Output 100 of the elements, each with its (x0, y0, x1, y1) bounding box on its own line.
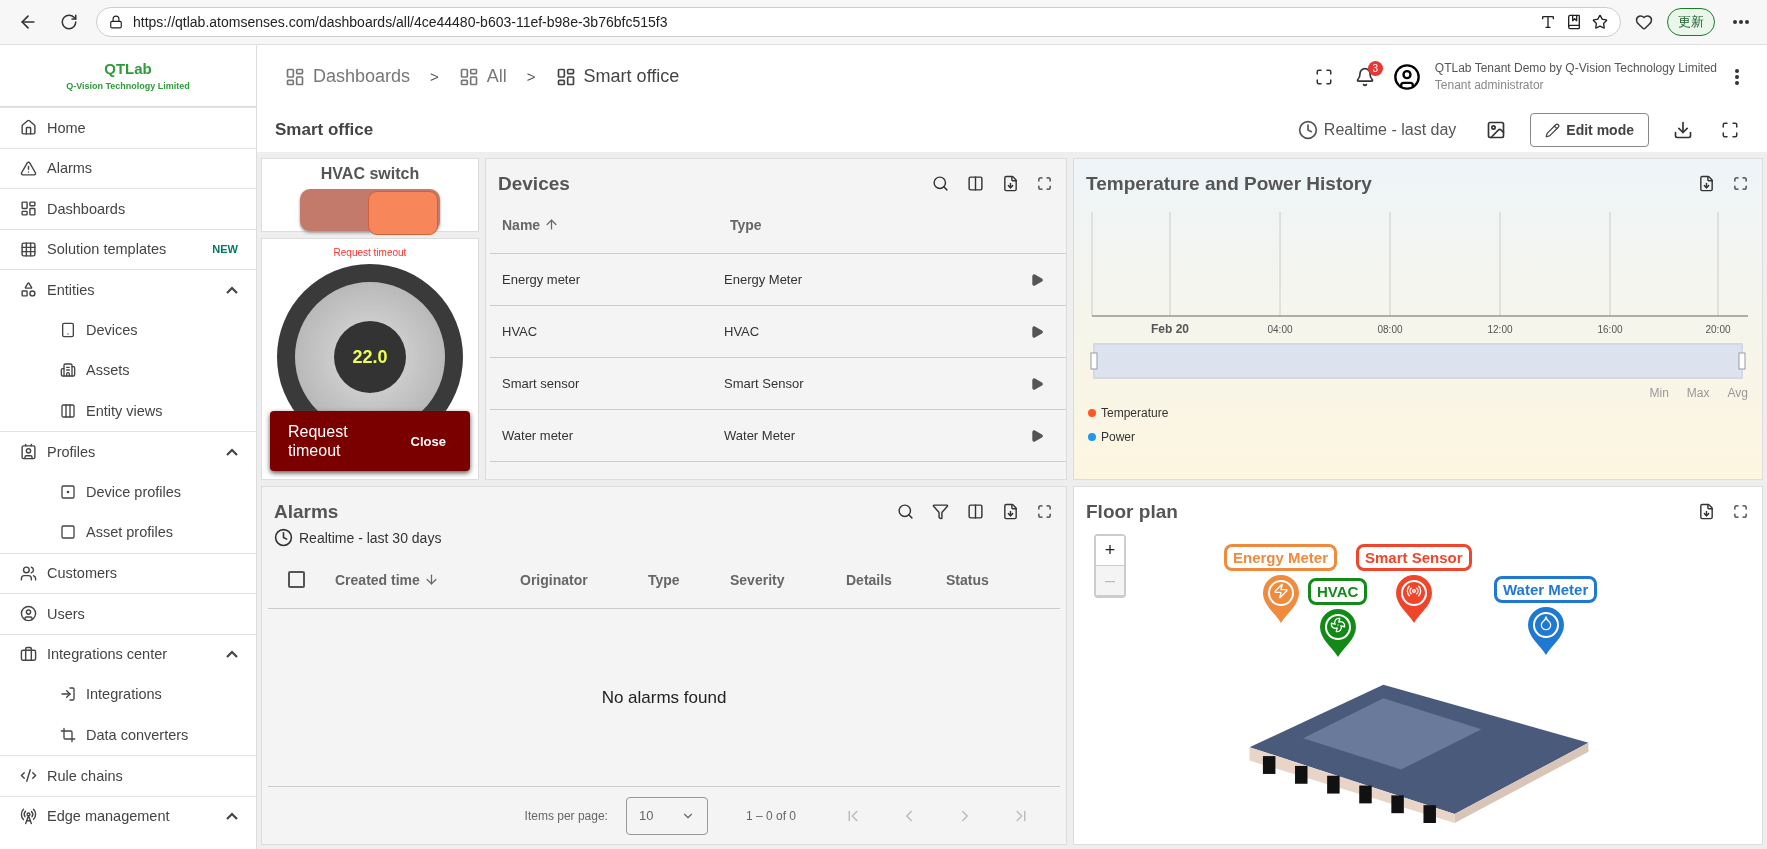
column-header[interactable]: Originator (520, 571, 648, 588)
file-icon (1002, 175, 1019, 192)
table-cell-text: HVAC (724, 324, 761, 339)
sidebar-item[interactable]: Dashboards (0, 188, 256, 229)
map-pin-icon[interactable] (1395, 575, 1432, 623)
sidebar-subitem[interactable]: Data converters (0, 714, 256, 755)
avatar-icon (1392, 62, 1421, 91)
shapes-icon (20, 281, 37, 299)
column-header[interactable]: Type (730, 216, 762, 233)
fan-icon (1329, 617, 1346, 633)
column-header[interactable]: Name (502, 216, 724, 233)
columns-icon (967, 175, 984, 192)
map-pin-icon[interactable] (1527, 607, 1564, 655)
sidebar-item[interactable]: Integrations center (0, 633, 256, 674)
address-bar[interactable]: https://qtlab.atomsenses.com/dashboards/all/4ce44480-b603-11ef-b98e-3b76bfc515f3 (96, 7, 1621, 37)
search-icon (932, 175, 949, 192)
breadcrumb-separator: > (430, 68, 439, 85)
table-cell-text: Smart Sensor (724, 376, 805, 391)
stat-header: Min (1649, 386, 1669, 400)
dashboard-icon (20, 200, 37, 218)
widget-title: HVAC switch (319, 164, 421, 183)
search-icon (897, 503, 914, 520)
pencil-icon (1545, 122, 1561, 138)
more-icon (1733, 20, 1749, 24)
axis-label: 08:00 (1377, 324, 1403, 335)
notification-count: 3 (1367, 60, 1383, 76)
login-icon (60, 686, 76, 703)
warning-icon (20, 159, 37, 177)
status-text: Request timeout (332, 247, 408, 258)
sidebar-item[interactable]: Entities (0, 269, 256, 310)
sidebar-subitem[interactable]: Integrations (0, 674, 256, 715)
square-icon (60, 524, 76, 541)
breadcrumb-link[interactable]: All (458, 66, 507, 87)
breadcrumb-link[interactable]: Dashboards (285, 66, 411, 87)
sidebar-subitem[interactable]: Entity views (0, 390, 256, 431)
marker-label[interactable]: Smart Sensor (1356, 544, 1472, 571)
logo-subtitle: Q-Vision Technology Limited (66, 81, 190, 91)
column-header[interactable]: Status (946, 571, 1036, 588)
sidebar-item[interactable]: Home (0, 107, 256, 148)
legend-label: Power (1101, 430, 1135, 444)
sidebar-subitem[interactable]: Device profiles (0, 471, 256, 512)
timewindow-button[interactable]: Realtime - last day (1291, 119, 1463, 141)
column-header[interactable]: Details (846, 571, 946, 588)
dashboard-icon (285, 66, 305, 87)
building-icon (60, 362, 76, 379)
sidebar-item[interactable]: Users (0, 593, 256, 634)
dashboard-icon (555, 66, 576, 87)
sidebar-item[interactable]: Customers (0, 552, 256, 593)
sidebar-item[interactable]: Edge management (0, 795, 256, 836)
sidebar-subitem[interactable]: Devices (0, 309, 256, 350)
people-icon (20, 564, 37, 582)
axis-label: 20:00 (1705, 324, 1731, 335)
fullscreen-icon (1037, 176, 1052, 191)
edit-mode-button[interactable]: Edit mode (1530, 113, 1649, 147)
home-icon (20, 119, 37, 137)
column-header[interactable]: Severity (730, 571, 846, 588)
sidebar-item[interactable]: Rule chains (0, 755, 256, 796)
items-per-page-label: Items per page: (524, 808, 608, 823)
map-pin-icon[interactable] (1319, 609, 1356, 657)
axis-label: 04:00 (1267, 324, 1293, 335)
temperature-value: 22.0 (334, 321, 406, 393)
close-button[interactable]: Close (404, 432, 452, 450)
breadcrumb-link[interactable]: Smart office (555, 66, 680, 87)
table-cell-text: Energy Meter (724, 272, 804, 287)
logo-name: QTLab (104, 60, 152, 77)
fullscreen-icon (1733, 176, 1748, 191)
axis-label: Feb 20 (1151, 322, 1189, 336)
stat-header: Avg (1727, 386, 1748, 400)
lock-icon (109, 15, 123, 29)
file-icon (1698, 503, 1715, 520)
file-icon (1002, 503, 1019, 520)
sidebar-subitem[interactable]: Assets (0, 350, 256, 391)
sidebar-item[interactable]: Solution templates NEW (0, 228, 256, 269)
marker-label[interactable]: HVAC (1308, 578, 1368, 605)
empty-message: No alarms found (600, 686, 728, 709)
marker-label[interactable]: Water Meter (1494, 576, 1598, 603)
square-icon (60, 483, 76, 500)
download-icon (1673, 120, 1693, 140)
range-slider[interactable] (1090, 343, 1746, 379)
columns-icon (60, 402, 76, 419)
items-per-page-select[interactable]: 10 (625, 796, 708, 835)
new-label: NEW (212, 243, 238, 256)
column-header[interactable]: Created time (335, 571, 520, 588)
fullscreen-icon (1037, 504, 1052, 519)
widget-title: Devices (498, 172, 571, 195)
zoom-in-button[interactable]: + (1096, 536, 1124, 566)
fullscreen-icon (1733, 504, 1748, 519)
dashboard-title: Smart office (275, 120, 375, 140)
sidebar-item[interactable]: Alarms (0, 147, 256, 188)
signal-icon (1405, 583, 1422, 599)
table-cell-text: Smart sensor (502, 376, 581, 391)
play-icon (1030, 272, 1044, 287)
sidebar-subitem[interactable]: Asset profiles (0, 512, 256, 553)
play-icon (1030, 324, 1044, 339)
antenna-icon (20, 807, 37, 825)
sidebar-item[interactable]: Profiles (0, 431, 256, 472)
column-header[interactable]: Type (648, 571, 730, 588)
select-all-checkbox[interactable] (288, 571, 305, 588)
update-button[interactable]: 更新 (1667, 8, 1715, 36)
clock-icon (274, 528, 293, 547)
